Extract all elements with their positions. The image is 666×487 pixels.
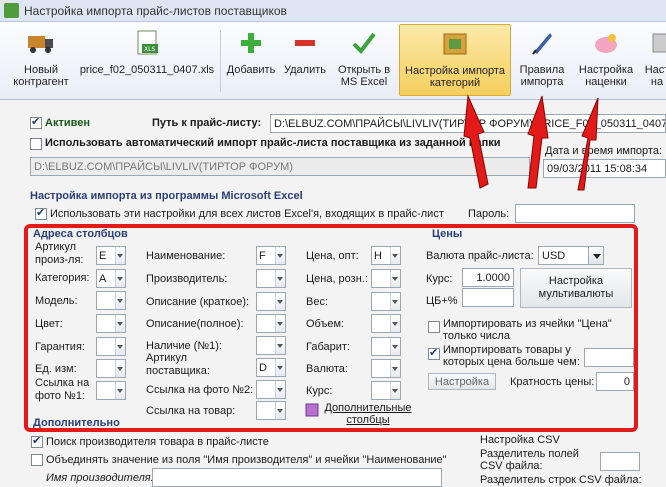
arrow-markup	[577, 97, 599, 191]
window-title: Настройка импорта прайс-листов поставщик…	[24, 4, 287, 18]
settings-icon	[652, 33, 666, 53]
open-excel-label: Открыть в MS Excel	[337, 64, 391, 88]
category-settings-icon	[443, 33, 467, 55]
app-icon	[4, 3, 19, 18]
feather-pen-icon	[532, 33, 552, 55]
manufacturer-name-input[interactable]	[152, 468, 442, 487]
open-excel-button[interactable]: Открыть в MS Excel	[332, 24, 396, 96]
add-label: Добавить	[226, 64, 276, 76]
more-settings-label: Наст на	[644, 64, 666, 88]
active-label: Активен	[45, 117, 90, 129]
path-label: Путь к прайс-листу:	[152, 117, 262, 129]
file-name-label: price_f02_050311_0407.xls	[79, 64, 215, 76]
file-select-button[interactable]: XLS price_f02_050311_0407.xls	[78, 24, 216, 96]
auto-import-checkbox[interactable]	[30, 138, 42, 150]
password-label: Пароль:	[468, 208, 510, 220]
svg-text:XLS: XLS	[144, 46, 155, 53]
search-manufacturer-checkbox[interactable]	[31, 434, 43, 448]
use-all-sheets-checkbox[interactable]	[35, 206, 47, 220]
new-contractor-label: Новый контрагент	[13, 64, 69, 88]
active-checkbox[interactable]	[30, 115, 42, 129]
delete-button[interactable]: Удалить	[280, 24, 330, 96]
delete-label: Удалить	[284, 64, 326, 76]
arrow-import-settings	[463, 94, 489, 189]
excel-section-title: Настройка импорта из программы Microsoft…	[30, 190, 303, 202]
red-arrows	[463, 94, 599, 191]
csv-row-sep-label: Разделитель строк CSV файла:	[480, 474, 642, 486]
add-button[interactable]: Добавить	[222, 24, 280, 96]
piggy-bank-icon	[595, 34, 617, 53]
search-manufacturer-label: Поиск производителя товара в прайс-листе	[46, 436, 269, 448]
toolbar-separator	[220, 30, 221, 92]
plus-icon	[241, 33, 261, 53]
csv-field-sep-input[interactable]	[600, 452, 640, 471]
manufacturer-name-label: Имя производителя:	[46, 472, 154, 484]
password-input[interactable]	[515, 204, 635, 223]
arrow-import-rules	[527, 95, 549, 189]
minus-icon	[295, 40, 315, 46]
combine-checkbox[interactable]	[31, 454, 43, 466]
use-all-sheets-label: Использовать эти настройки для всех лист…	[50, 208, 444, 220]
title-bar: Настройка импорта прайс-листов поставщик…	[0, 0, 666, 22]
csv-header: Настройка CSV	[480, 434, 560, 446]
truck-icon	[28, 36, 53, 53]
more-settings-button[interactable]: Наст на	[642, 24, 666, 96]
new-contractor-button[interactable]: Новый контрагент	[4, 24, 78, 96]
csv-field-sep-label: Разделитель полей CSV файла:	[480, 448, 579, 472]
combine-label: Объединять значение из поля "Имя произво…	[46, 454, 447, 466]
checkmark-icon	[352, 32, 376, 55]
excel-file-icon: XLS	[137, 30, 158, 55]
